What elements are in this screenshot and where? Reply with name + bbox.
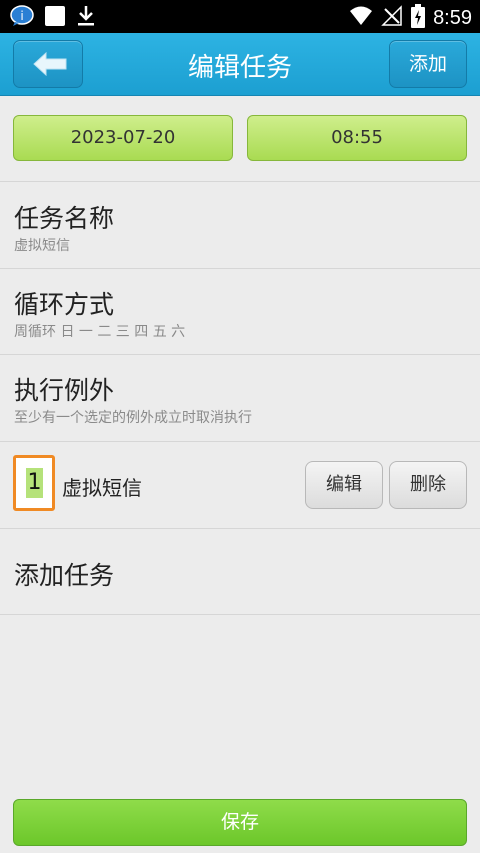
task-index: 1 [26,468,43,498]
blank-notification-icon [44,5,66,31]
delete-task-button[interactable]: 删除 [389,461,467,509]
repeat-mode-title: 循环方式 [14,290,115,319]
battery-charging-icon [411,4,426,32]
add-task-row[interactable]: 添加任务 [0,529,480,615]
svg-text:i: i [20,9,23,23]
edit-task-button[interactable]: 编辑 [305,461,383,509]
title-bar: 编辑任务 添加 [0,33,480,96]
task-name-row[interactable]: 任务名称 虚拟短信 [0,182,480,269]
add-task-label: 添加任务 [14,561,115,590]
exceptions-title: 执行例外 [14,376,115,405]
info-notification-icon: i [10,5,34,31]
download-icon [76,5,96,31]
wifi-icon [349,5,373,31]
status-bar: i 8:59 [0,0,480,33]
add-button[interactable]: 添加 [389,40,467,88]
task-name-title: 任务名称 [14,204,115,233]
notification-icons: i [10,5,96,31]
task-name-value: 虚拟短信 [14,238,70,254]
save-button[interactable]: 保存 [13,799,467,846]
system-icons: 8:59 [349,4,472,32]
exceptions-row[interactable]: 执行例外 至少有一个选定的例外成立时取消执行 [0,355,480,442]
repeat-mode-value: 周循环 日 一 二 三 四 五 六 [14,324,186,340]
clock: 8:59 [433,6,472,29]
date-picker-button[interactable]: 2023-07-20 [13,115,233,161]
repeat-mode-row[interactable]: 循环方式 周循环 日 一 二 三 四 五 六 [0,269,480,355]
exceptions-description: 至少有一个选定的例外成立时取消执行 [14,410,252,426]
time-picker-button[interactable]: 08:55 [247,115,467,161]
no-signal-icon [381,5,403,31]
task-item-name: 虚拟短信 [62,476,142,500]
task-index-box: 1 [13,455,55,511]
